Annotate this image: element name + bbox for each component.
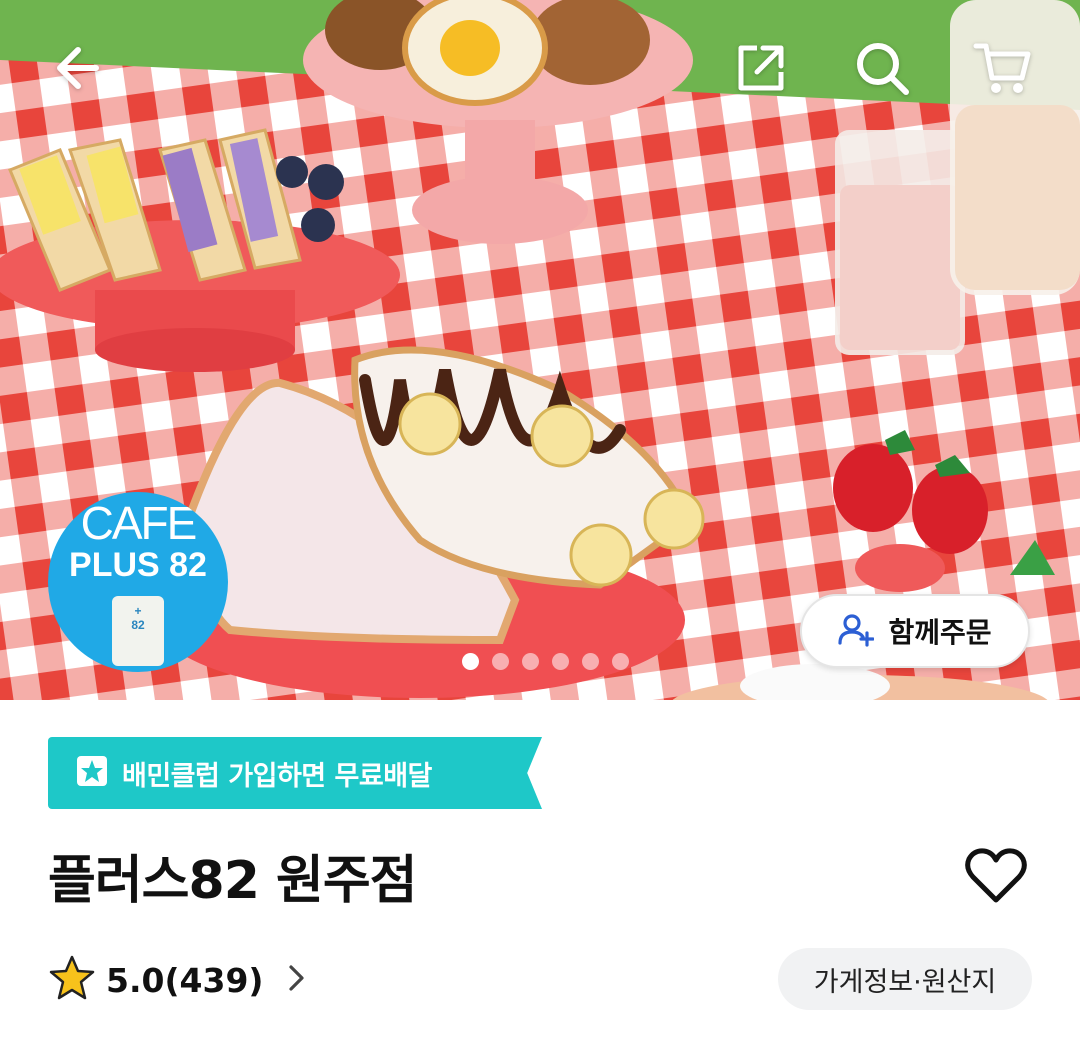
chevron-right-icon <box>286 963 308 997</box>
carousel-dot[interactable] <box>522 653 539 670</box>
store-info-button[interactable]: 가게정보·원산지 <box>778 948 1032 1010</box>
carousel-dot[interactable] <box>582 653 599 670</box>
rating-link[interactable]: 5.0(439) <box>48 950 308 1010</box>
heart-icon <box>965 848 1027 908</box>
back-button[interactable] <box>46 38 110 102</box>
store-logo: CAFE PLUS 82 + 82 <box>48 492 228 672</box>
share-button[interactable] <box>729 38 793 102</box>
carousel-dot[interactable] <box>612 653 629 670</box>
carousel-indicator <box>462 653 629 670</box>
carousel-dot[interactable] <box>552 653 569 670</box>
search-icon <box>852 38 912 102</box>
together-order-button[interactable]: 함께주문 <box>800 594 1030 668</box>
baemin-club-banner[interactable]: 배민클럽 가입하면 무료배달 <box>48 737 542 809</box>
together-order-label: 함께주문 <box>888 616 992 649</box>
favorite-button[interactable] <box>960 842 1032 914</box>
baemin-club-label: 배민클럽 가입하면 무료배달 <box>122 760 432 792</box>
hero-image[interactable]: CAFE PLUS 82 + 82 함께주문 <box>0 0 1080 700</box>
star-icon <box>48 954 96 1006</box>
store-name: 플러스82 원주점 <box>48 851 418 911</box>
logo-line-1: CAFE <box>80 497 198 549</box>
logo-can: + 82 <box>112 596 164 666</box>
carousel-dot[interactable] <box>462 653 479 670</box>
share-icon <box>733 40 789 100</box>
carousel-dot[interactable] <box>492 653 509 670</box>
cart-button[interactable] <box>970 38 1034 102</box>
cart-icon <box>972 38 1032 102</box>
arrow-left-icon <box>50 40 106 100</box>
logo-can-text: + 82 <box>131 604 145 632</box>
rating-value: 5.0(439) <box>106 960 264 1000</box>
logo-line-2: PLUS 82 <box>69 546 207 584</box>
club-star-icon <box>76 755 108 791</box>
search-button[interactable] <box>850 38 914 102</box>
person-add-icon <box>838 611 876 651</box>
